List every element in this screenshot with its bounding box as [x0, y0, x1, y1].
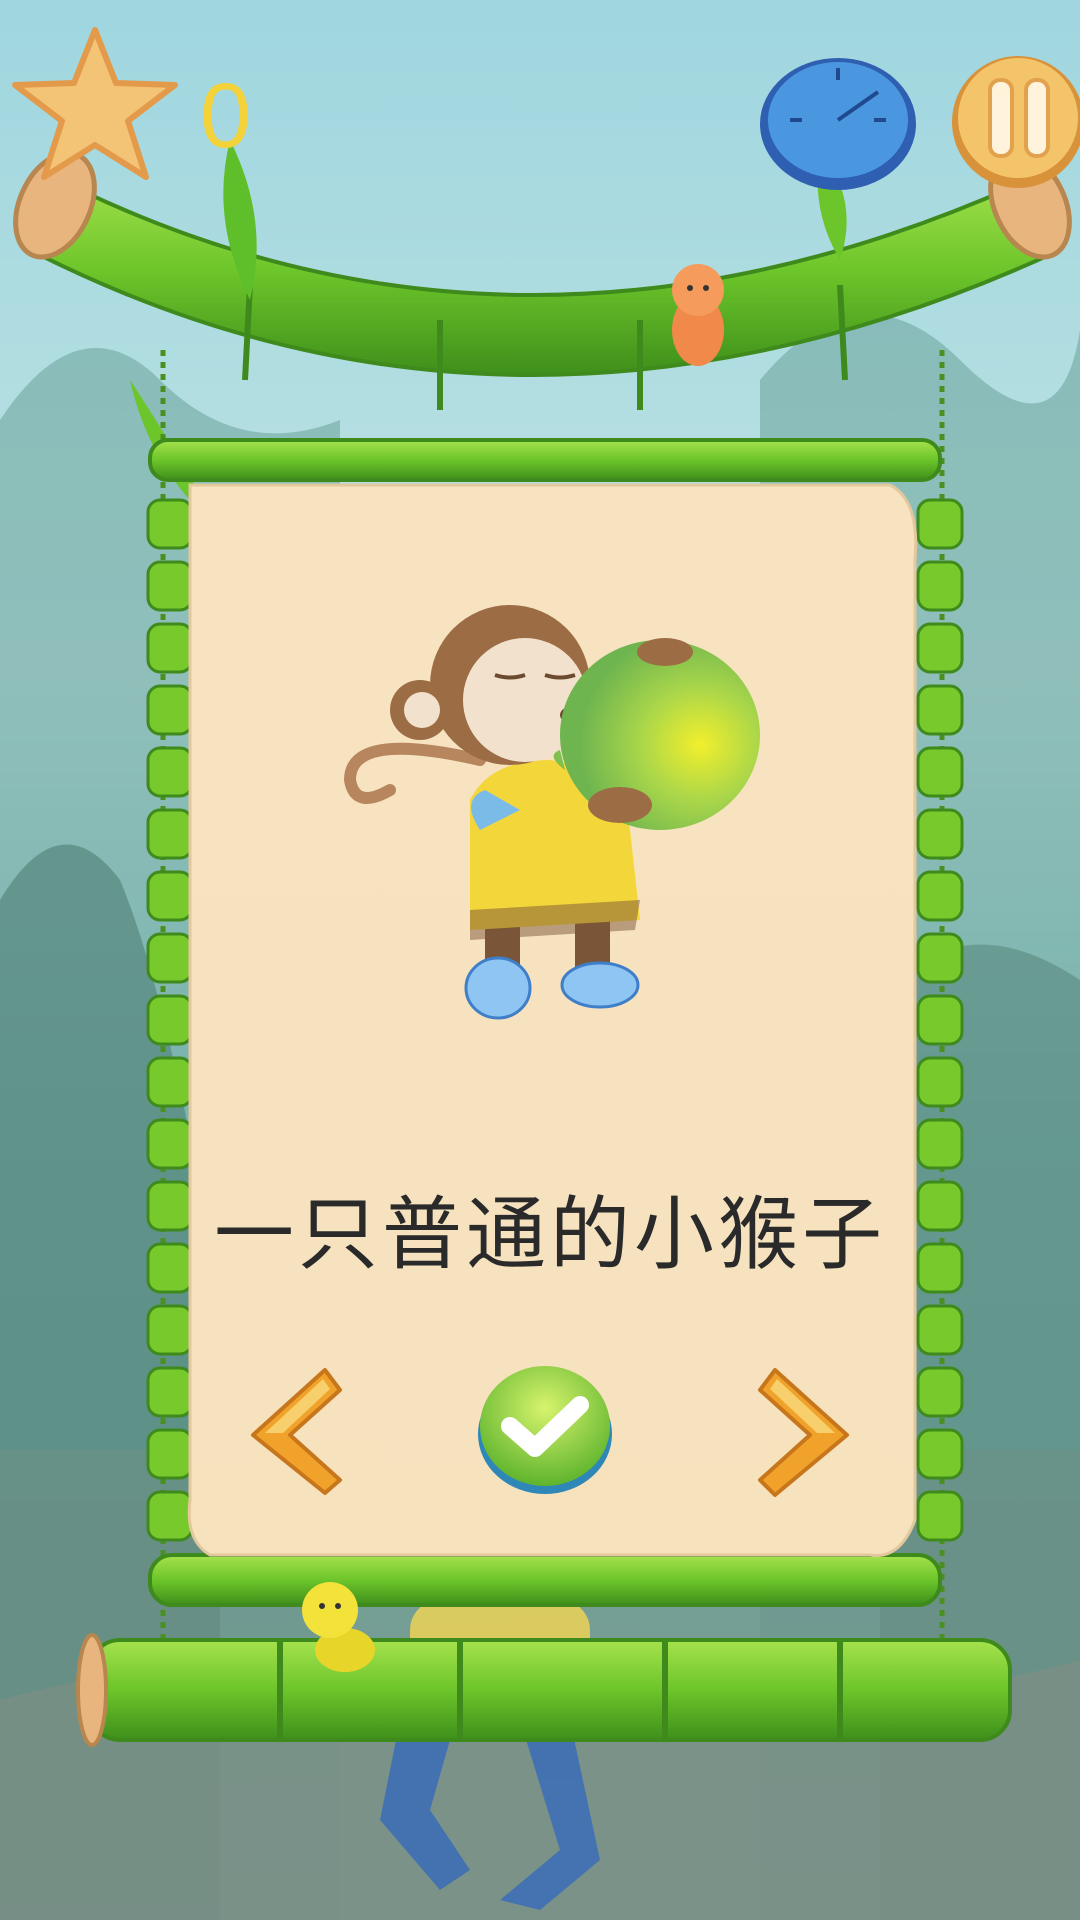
pause-icon — [988, 78, 1014, 158]
chevron-left-icon — [251, 1368, 342, 1495]
bamboo-rung — [916, 932, 964, 984]
orange-worm-decoration — [672, 264, 724, 366]
bamboo-rung — [146, 684, 194, 736]
bamboo-rung — [916, 1366, 964, 1418]
score-counter: 0 — [200, 65, 252, 167]
bamboo-rung — [916, 1118, 964, 1170]
bamboo-rung — [916, 1428, 964, 1480]
bamboo-rung — [916, 870, 964, 922]
bamboo-rung — [916, 1304, 964, 1356]
pause-button[interactable] — [938, 52, 1080, 192]
star-icon — [12, 27, 178, 180]
bamboo-rung — [916, 746, 964, 798]
confirm-button[interactable] — [475, 1360, 615, 1495]
bamboo-rung — [146, 1056, 194, 1108]
bamboo-rung — [146, 808, 194, 860]
next-button[interactable] — [755, 1365, 855, 1500]
bamboo-rung — [146, 1118, 194, 1170]
bamboo-rung — [916, 498, 964, 550]
bamboo-rung — [146, 1242, 194, 1294]
bamboo-rung — [146, 932, 194, 984]
bamboo-rung — [146, 1180, 194, 1232]
bamboo-rung — [146, 994, 194, 1046]
bamboo-rung — [146, 1304, 194, 1356]
bamboo-rung — [146, 870, 194, 922]
bamboo-rung — [916, 684, 964, 736]
bottom-bamboo-bar — [76, 1633, 1012, 1747]
bamboo-rung — [146, 622, 194, 674]
bamboo-rung — [146, 1490, 194, 1542]
bamboo-rung — [146, 1428, 194, 1480]
bamboo-rung — [916, 622, 964, 674]
bamboo-rung — [146, 746, 194, 798]
card-caption: 一只普通的小猴子 — [214, 1188, 886, 1281]
bamboo-rung — [916, 1056, 964, 1108]
chevron-right-icon — [758, 1368, 849, 1497]
bamboo-rung — [916, 1490, 964, 1542]
bamboo-rung — [146, 1366, 194, 1418]
previous-button[interactable] — [245, 1365, 345, 1495]
bamboo-rung — [146, 560, 194, 612]
monkey-illustration — [343, 605, 760, 1020]
bamboo-rung — [916, 560, 964, 612]
bamboo-rung — [916, 1180, 964, 1232]
timer-icon[interactable] — [758, 52, 918, 192]
bamboo-rung — [916, 994, 964, 1046]
bamboo-rung — [916, 1242, 964, 1294]
bamboo-rung — [146, 498, 194, 550]
bamboo-rung — [916, 808, 964, 860]
